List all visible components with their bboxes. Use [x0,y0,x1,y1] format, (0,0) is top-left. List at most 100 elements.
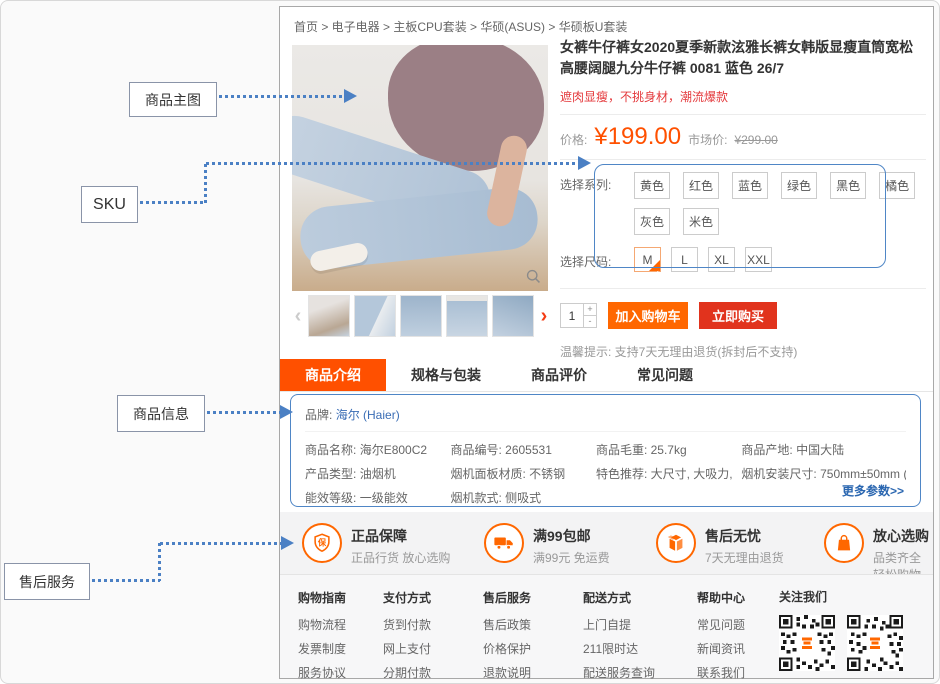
tips-text: 温馨提示: 支持7天无理由退货(拆封后不支持) [560,343,926,360]
thumbnail-prev-icon[interactable]: ‹ [292,295,304,337]
quantity-buttons: + - [583,304,596,327]
footer-link[interactable]: 退款说明 [483,664,583,681]
qr-codes [779,615,919,671]
info-field-value: 一级能效 [360,491,408,505]
annotation-product-info-label: 商品信息 [117,395,205,432]
info-field-label: 商品名称: [305,443,356,457]
thumbnail[interactable] [492,295,534,337]
size-option[interactable]: XL [708,247,735,272]
more-params-link[interactable]: 更多参数>> [842,482,904,499]
add-to-cart-button[interactable]: 加入购物车 [608,302,688,329]
annotation-main-image-label: 商品主图 [129,82,217,117]
footer-column-title: 售后服务 [483,589,583,606]
follow-us-section: 关注我们 [779,574,919,678]
brand-link[interactable]: 海尔 (Haier) [336,408,400,422]
market-price-label: 市场价: [688,131,727,148]
annotation-arrowhead-icon [578,156,591,170]
footer-column: 购物指南 购物流程发票制度服务协议会员优惠 [298,589,383,678]
thumbnail[interactable] [354,295,396,337]
size-row: 选择尺码: MLXLXXL [560,239,926,276]
series-option[interactable]: 蓝色 [732,172,768,199]
quantity-increase-icon[interactable]: + [584,304,596,316]
footer-link[interactable]: 分期付款 [383,664,483,681]
service-desc: 7天无理由退货 [705,549,784,566]
info-field-label: 特色推荐: [596,467,647,481]
info-field-value: 750mm±50mm (烟... [820,467,906,481]
info-field: 商品编号: 2605531 [450,441,589,458]
info-field-label: 能效等级: [305,491,356,505]
series-options: 黄色红色蓝色绿色黑色橘色灰色米色 [620,162,920,239]
annotation-after-sale-label: 售后服务 [4,563,90,600]
info-field-value: 25.7kg [651,443,687,457]
info-field: 商品名称: 海尔E800C2 [305,441,444,458]
footer-link[interactable]: 上门自提 [583,616,697,633]
buy-now-button[interactable]: 立即购买 [699,302,777,329]
info-field: 能效等级: 一级能效 [305,489,444,506]
quantity-stepper: 1 + - [560,303,597,328]
footer-link[interactable]: 价格保护 [483,640,583,657]
detail-tab[interactable]: 商品评价 [506,359,612,391]
qr-code [847,615,903,671]
info-field: 烟机安装尺寸: 750mm±50mm (烟... [741,465,906,482]
footer-link[interactable]: 购物流程 [298,616,383,633]
footer-link[interactable]: 服务协议 [298,664,383,681]
purchase-row: 1 + - 加入购物车 立即购买 [560,302,926,329]
footer-column: 配送方式 上门自提211限时达配送服务查询配送费收取标准海外配送 [583,589,697,678]
series-option[interactable]: 橘色 [879,172,915,199]
thumbnail[interactable] [308,295,350,337]
size-option[interactable]: M [634,247,661,272]
service-title: 正品保障 [351,523,450,546]
truck-icon [484,523,524,563]
footer-column: 售后服务 售后政策价格保护退款说明返修/退换货取消订单 [483,589,583,678]
series-option[interactable]: 绿色 [781,172,817,199]
annotation-arrow-line [92,579,160,582]
info-field-label: 产品类型: [305,467,356,481]
detail-tabs: 商品介绍规格与包装商品评价常见问题 [280,359,933,392]
breadcrumb[interactable]: 首页 > 电子电器 > 主板CPU套装 > 华硕(ASUS) > 华硕板U套装 [280,7,933,39]
footer-link[interactable]: 211限时达 [583,640,697,657]
series-option[interactable]: 黑色 [830,172,866,199]
series-option[interactable]: 红色 [683,172,719,199]
product-main-image[interactable] [292,45,548,291]
info-field-value: 油烟机 [360,467,396,481]
footer-link[interactable]: 配送服务查询 [583,664,697,681]
footer-link[interactable]: 网上支付 [383,640,483,657]
size-option[interactable]: XXL [745,247,772,272]
thumbnail-next-icon[interactable]: › [538,295,550,337]
detail-tab[interactable]: 规格与包装 [386,359,506,391]
thumbnail[interactable] [400,295,442,337]
quantity-value[interactable]: 1 [561,304,583,327]
footer-link[interactable]: 货到付款 [383,616,483,633]
series-option[interactable]: 米色 [683,208,719,235]
thumbnail[interactable] [446,295,488,337]
info-field-label: 商品编号: [450,443,501,457]
annotation-arrow-line [204,164,207,204]
info-field-label: 商品毛重: [596,443,647,457]
series-option[interactable]: 灰色 [634,208,670,235]
info-field-label: 烟机安装尺寸: [741,467,816,481]
detail-tab[interactable]: 常见问题 [612,359,718,391]
info-field-label: 商品产地: [741,443,792,457]
annotation-arrow-line [207,411,281,414]
footer-column-title: 支付方式 [383,589,483,606]
brand-label: 品牌: [305,408,332,422]
detail-tab[interactable]: 商品介绍 [280,359,386,391]
product-page-panel: 首页 > 电子电器 > 主板CPU套装 > 华硕(ASUS) > 华硕板U套装 [279,6,934,679]
info-field: 烟机款式: 侧吸式 [450,489,589,506]
footer-link[interactable]: 发票制度 [298,640,383,657]
annotation-arrowhead-icon [280,405,293,419]
footer-link[interactable]: 售后政策 [483,616,583,633]
promo-text: 遮肉显瘦，不挑身材，潮流爆款 [560,88,926,105]
price-value: ¥199.00 [594,123,681,151]
size-option[interactable]: L [671,247,698,272]
price-row: 价格: ¥199.00 市场价: ¥299.00 [560,115,926,157]
info-field-value: 大尺寸, 大吸力, 静音... [651,467,736,481]
price-label: 价格: [560,131,587,148]
series-option[interactable]: 黄色 [634,172,670,199]
buy-column: 女裤牛仔裤女2020夏季新款泫雅长裤女韩版显瘦直筒宽松高腰阔腿九分牛仔裤 008… [560,37,926,360]
zoom-magnifier-icon[interactable] [523,266,543,286]
quantity-decrease-icon[interactable]: - [584,316,596,327]
info-field-label: 烟机款式: [450,491,501,505]
brand-row: 品牌: 海尔 (Haier) [305,402,906,432]
series-label: 选择系列: [560,162,620,239]
